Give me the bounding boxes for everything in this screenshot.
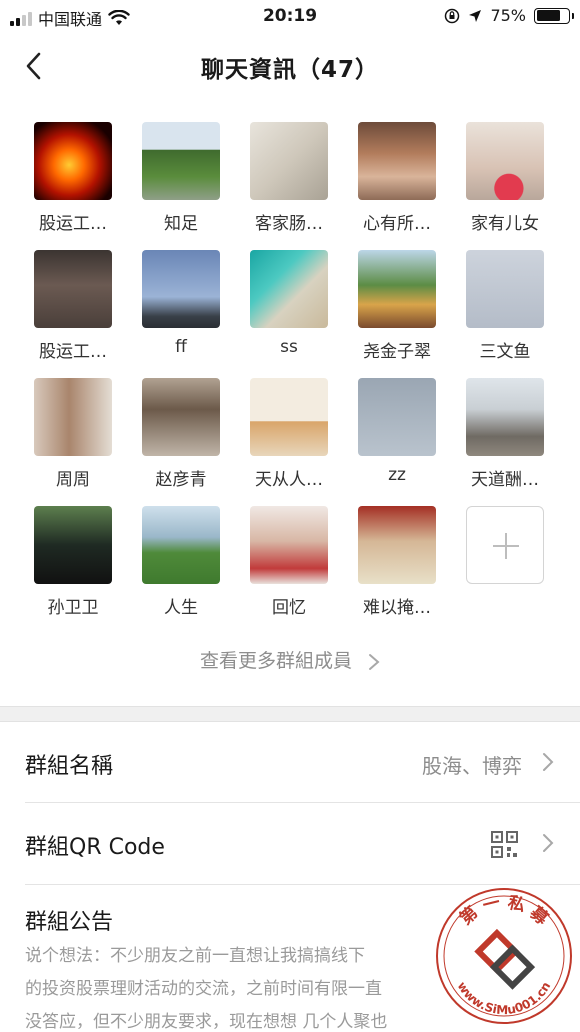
battery-fill bbox=[536, 10, 560, 21]
group-name-value: 股海、博弈 bbox=[422, 754, 522, 778]
group-name-label: 群組名稱 bbox=[25, 754, 114, 779]
member-name: 赵彦青 bbox=[155, 470, 207, 490]
member-name: 周周 bbox=[56, 470, 90, 490]
member-name: 客家肠… bbox=[255, 214, 323, 234]
member-name: 尧金子翠 bbox=[363, 342, 431, 362]
member-avatar bbox=[466, 250, 544, 328]
member-name: 股运工… bbox=[39, 342, 107, 362]
member-name: 股运工… bbox=[39, 214, 107, 234]
member-item[interactable]: zz bbox=[343, 378, 451, 493]
member-item[interactable]: 客家肠… bbox=[235, 122, 343, 237]
member-avatar bbox=[250, 250, 328, 328]
member-item[interactable]: 股运工… bbox=[19, 250, 127, 365]
member-name: ff bbox=[175, 337, 187, 357]
chevron-right-icon bbox=[369, 653, 380, 670]
member-avatar bbox=[466, 122, 544, 200]
member-avatar bbox=[34, 506, 112, 584]
member-avatar bbox=[250, 378, 328, 456]
member-avatar bbox=[34, 122, 112, 200]
member-avatar bbox=[358, 378, 436, 456]
member-item[interactable]: 家有儿女 bbox=[451, 122, 559, 237]
member-item[interactable]: ff bbox=[127, 250, 235, 365]
group-name-row[interactable]: 群組名稱 股海、博弈 bbox=[0, 722, 580, 804]
member-name: 人生 bbox=[164, 598, 198, 618]
group-notice-title[interactable]: 群組公告 bbox=[25, 904, 113, 936]
member-avatar bbox=[142, 378, 220, 456]
section-separator bbox=[0, 706, 580, 722]
member-item[interactable]: 回忆 bbox=[235, 506, 343, 621]
page-title: 聊天資訊（47） bbox=[200, 57, 379, 83]
chevron-right-icon bbox=[543, 834, 554, 852]
add-member-button[interactable] bbox=[451, 506, 559, 621]
member-item[interactable]: 难以掩… bbox=[343, 506, 451, 621]
watermark-stamp: 第 一 私 募 www.SiMu001.cn bbox=[436, 888, 572, 1024]
member-avatar bbox=[142, 250, 220, 328]
nav-bar: 聊天資訊（47） bbox=[0, 34, 580, 98]
member-avatar bbox=[34, 250, 112, 328]
member-item[interactable]: 人生 bbox=[127, 506, 235, 621]
battery-percent: 75% bbox=[490, 6, 526, 25]
member-item[interactable]: 知足 bbox=[127, 122, 235, 237]
member-item[interactable]: 尧金子翠 bbox=[343, 250, 451, 365]
member-item[interactable]: 周周 bbox=[19, 378, 127, 493]
member-avatar bbox=[142, 122, 220, 200]
member-item[interactable]: 孙卫卫 bbox=[19, 506, 127, 621]
see-more-members-link[interactable]: 查看更多群組成員 bbox=[0, 646, 580, 673]
member-name: 家有儿女 bbox=[471, 214, 539, 234]
qr-code-icon bbox=[491, 831, 518, 858]
member-item[interactable]: ss bbox=[235, 250, 343, 365]
member-avatar bbox=[142, 506, 220, 584]
member-item[interactable]: 股运工… bbox=[19, 122, 127, 237]
member-grid: 股运工… 知足 客家肠… 心有所… 家有儿女 股运工… ff ss 尧金子翠 三文鱼 周周 赵彦青 天从… bbox=[0, 122, 580, 621]
member-item[interactable]: 三文鱼 bbox=[451, 250, 559, 365]
group-qr-row[interactable]: 群組QR Code bbox=[0, 803, 580, 885]
member-name: 天从人… bbox=[255, 470, 323, 490]
row-divider bbox=[25, 884, 580, 885]
member-avatar bbox=[34, 378, 112, 456]
member-item[interactable]: 心有所… bbox=[343, 122, 451, 237]
member-name: 回忆 bbox=[272, 598, 306, 618]
group-qr-label: 群組QR Code bbox=[25, 835, 165, 860]
member-item[interactable]: 赵彦青 bbox=[127, 378, 235, 493]
member-avatar bbox=[250, 506, 328, 584]
member-name: 知足 bbox=[164, 214, 198, 234]
location-arrow-icon bbox=[469, 9, 482, 22]
member-name: zz bbox=[388, 465, 406, 485]
see-more-label: 查看更多群組成員 bbox=[199, 650, 352, 672]
member-item[interactable]: 天从人… bbox=[235, 378, 343, 493]
member-avatar bbox=[358, 506, 436, 584]
member-name: 孙卫卫 bbox=[47, 598, 99, 618]
member-name: 心有所… bbox=[363, 214, 431, 234]
member-avatar bbox=[358, 250, 436, 328]
member-avatar bbox=[466, 378, 544, 456]
member-avatar bbox=[250, 122, 328, 200]
orientation-lock-icon bbox=[445, 8, 460, 23]
status-bar: 中国联通 20:19 75% bbox=[0, 0, 580, 34]
chevron-right-icon bbox=[543, 753, 554, 771]
member-name: 三文鱼 bbox=[479, 342, 531, 362]
member-avatar bbox=[358, 122, 436, 200]
member-item[interactable]: 天道酬… bbox=[451, 378, 559, 493]
plus-icon bbox=[466, 506, 544, 584]
battery-icon bbox=[534, 7, 574, 24]
member-name: ss bbox=[280, 337, 298, 357]
member-name: 天道酬… bbox=[471, 470, 539, 490]
member-name: 难以掩… bbox=[363, 598, 431, 618]
status-right: 75% bbox=[444, 6, 574, 25]
